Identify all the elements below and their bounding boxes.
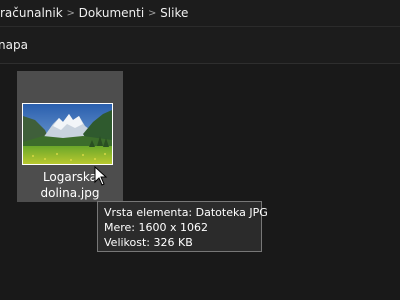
chevron-right-icon[interactable]: > [144, 8, 160, 19]
file-name-line2: dolina.jpg [40, 186, 100, 200]
breadcrumb-item-slike[interactable]: Slike [160, 6, 188, 20]
file-list-area[interactable]: Logarska dolina.jpg [0, 64, 400, 300]
breadcrumb: računalnik > Dokumenti > Slike [0, 0, 400, 27]
toolbar: napa [0, 27, 400, 64]
toolbar-item[interactable]: napa [0, 38, 28, 52]
mouse-cursor-icon [94, 166, 108, 186]
breadcrumb-item-dokumenti[interactable]: Dokumenti [79, 6, 144, 20]
file-info-tooltip: Vrsta elementa: Datoteka JPG Mere: 1600 … [97, 201, 268, 252]
tooltip-size: Velikost: 326 KB [104, 236, 193, 249]
chevron-right-icon[interactable]: > [63, 8, 79, 19]
tooltip-dimensions: Mere: 1600 x 1062 [104, 221, 209, 234]
thumbnail-image [22, 103, 113, 165]
breadcrumb-item-racunalnik[interactable]: računalnik [0, 6, 63, 20]
tooltip-type: Vrsta elementa: Datoteka JPG [104, 206, 268, 219]
